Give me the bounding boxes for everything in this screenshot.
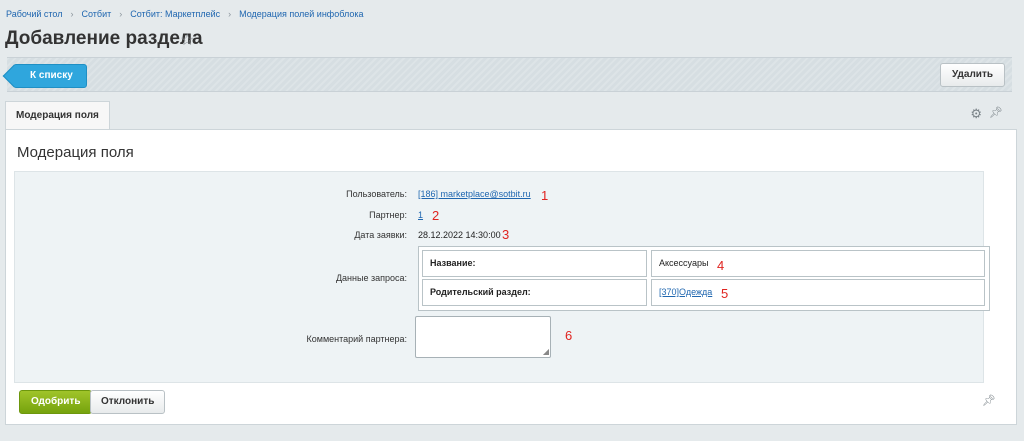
panel-title: Модерация поля <box>17 144 134 161</box>
request-key-cell: Название: <box>422 250 647 277</box>
moderation-panel: Модерация поля Пользователь: [186] marke… <box>5 129 1017 425</box>
user-label: Пользователь: <box>346 189 407 199</box>
annotation-2: 2 <box>432 208 440 223</box>
gear-icon[interactable]: ⚙ <box>970 106 982 122</box>
delete-button[interactable]: Удалить <box>939 63 1005 87</box>
request-table: Название: Аксессуары Родительский раздел… <box>418 246 990 311</box>
toolbar: К списку Удалить <box>7 57 1012 92</box>
chevron-right-icon: › <box>70 9 74 19</box>
request-label: Данные запроса: <box>335 273 407 283</box>
chevron-right-icon: › <box>119 9 123 19</box>
page-title: Добавление раздела <box>5 28 203 49</box>
back-to-list-button[interactable]: К списку <box>13 64 87 88</box>
breadcrumb-item[interactable]: Рабочий стол <box>6 9 63 19</box>
reject-button[interactable]: Отклонить <box>90 390 166 414</box>
annotation-5: 5 <box>721 286 729 301</box>
request-key-cell: Родительский раздел: <box>422 279 647 306</box>
breadcrumb-item[interactable]: Сотбит <box>82 9 112 19</box>
breadcrumb-item[interactable]: Сотбит: Маркетплейс <box>130 9 220 19</box>
comment-label: Комментарий партнера: <box>306 334 407 344</box>
tab-moderation[interactable]: Модерация поля <box>5 101 110 130</box>
request-value-cell: [370]Одежда <box>651 279 985 306</box>
request-value-cell: Аксессуары <box>651 250 985 277</box>
partner-label: Партнер: <box>369 210 407 220</box>
annotation-6: 6 <box>565 328 573 343</box>
form-area: Пользователь: [186] marketplace@sotbit.r… <box>14 171 990 383</box>
annotation-4: 4 <box>717 258 725 273</box>
breadcrumb-item[interactable]: Модерация полей инфоблока <box>239 9 363 19</box>
annotation-3: 3 <box>502 227 510 242</box>
chevron-right-icon: › <box>228 9 232 19</box>
comment-textarea[interactable]: ◢ <box>415 316 551 358</box>
star-icon[interactable]: ☆ <box>180 30 194 50</box>
approve-button[interactable]: Одобрить <box>19 390 93 414</box>
date-label: Дата заявки: <box>354 230 407 240</box>
tab-strip: Модерация поля ⚙ 📌︎ <box>5 101 1017 130</box>
pin-icon[interactable]: 📌︎ <box>982 394 996 407</box>
date-value: 28.12.2022 14:30:00 <box>418 230 501 240</box>
breadcrumb: Рабочий стол › Сотбит › Сотбит: Маркетплейс ›… <box>6 9 363 19</box>
partner-link[interactable]: 1 <box>418 210 423 220</box>
resize-handle-icon[interactable]: ◢ <box>543 347 549 356</box>
parent-section-link[interactable]: [370]Одежда <box>659 287 712 297</box>
annotation-1: 1 <box>541 188 549 203</box>
pin-icon[interactable]: 📌︎ <box>989 106 1003 119</box>
back-to-list-label: К списку <box>30 70 73 81</box>
user-link[interactable]: [186] marketplace@sotbit.ru <box>418 189 531 199</box>
